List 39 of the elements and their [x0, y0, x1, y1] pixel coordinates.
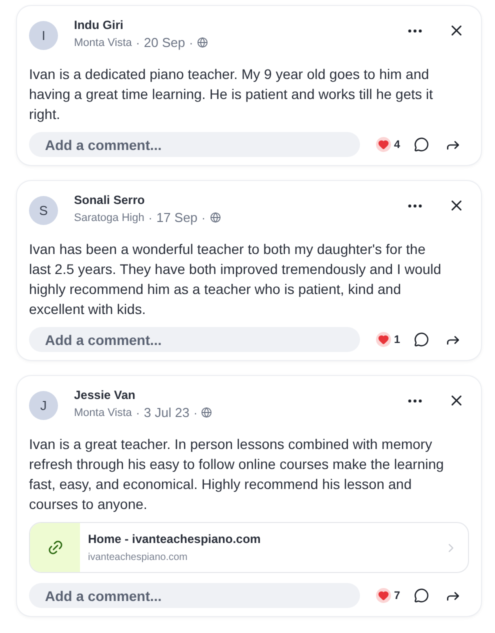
reaction-count: 1 [394, 334, 400, 346]
reaction-count: 4 [394, 138, 400, 150]
comment-field[interactable]: Add a comment... [29, 327, 360, 352]
separator: · [136, 36, 140, 50]
reaction-count: 7 [394, 590, 400, 602]
neighborhood: Monta Vista [74, 36, 132, 48]
separator: · [148, 210, 152, 224]
post-date: 20 Sep [144, 35, 186, 50]
author-name: Sonali Serro [74, 193, 146, 207]
separator: · [202, 210, 206, 224]
heart-icon[interactable] [376, 588, 391, 603]
comment-field[interactable]: Add a comment... [29, 132, 360, 157]
link-title: Home - ivanteachespiano.com [88, 532, 262, 546]
post-text: Ivan is a dedicated piano teacher. My 9 year old goes to him and having a great time learning. He is patient and works till he gets it right. [29, 65, 434, 124]
comment-icon[interactable] [414, 332, 430, 347]
avatar: I [29, 21, 58, 50]
comment-field[interactable]: Add a comment... [29, 583, 360, 608]
post-text: Ivan is a great teacher. In person lessons combined with memory refresh through his easy to follow online courses make the learning fast, easy, and economical. Highly recommend his lesson and courses to anyone. [29, 435, 445, 514]
post-text: Ivan has been a wonderful teacher to both my daughter's for the last 2.5 years. They have both improved tremendously and I would highly recommend him as a teacher who is patient, kind and excellent with kids. [29, 240, 442, 319]
globe-icon [201, 407, 212, 418]
separator: · [189, 36, 194, 50]
link-preview[interactable]: Home - ivanteachespiano.com ivanteachespiano.com [29, 522, 469, 573]
globe-icon [210, 212, 221, 223]
separator: · [136, 406, 140, 420]
comment-icon[interactable] [414, 588, 430, 603]
separator: · [193, 406, 198, 420]
avatar: J [29, 391, 58, 420]
comment-icon[interactable] [414, 137, 430, 152]
heart-icon[interactable] [376, 137, 391, 152]
avatar: S [29, 196, 58, 225]
post-date: 3 Jul 23 [144, 405, 190, 420]
author-name: Indu Giri [74, 18, 124, 32]
neighborhood: Saratoga High [74, 212, 144, 224]
globe-icon [197, 37, 208, 48]
post-date: 17 Sep [156, 210, 198, 225]
link-url: ivanteachespiano.com [88, 552, 189, 563]
author-name: Jessie Van [74, 388, 136, 402]
neighborhood: Monta Vista [74, 406, 132, 418]
heart-icon[interactable] [376, 332, 391, 347]
